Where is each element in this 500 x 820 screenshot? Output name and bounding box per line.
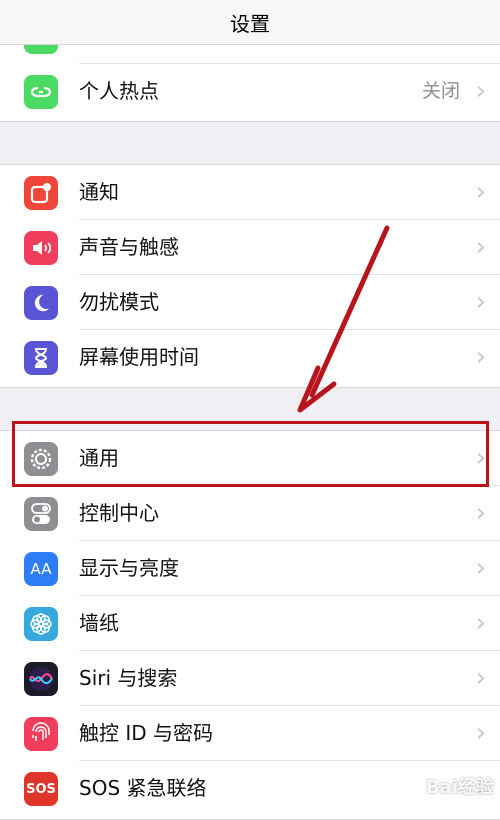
watermark: Bai经验: [425, 777, 494, 798]
annotation-arrow: [297, 225, 390, 413]
